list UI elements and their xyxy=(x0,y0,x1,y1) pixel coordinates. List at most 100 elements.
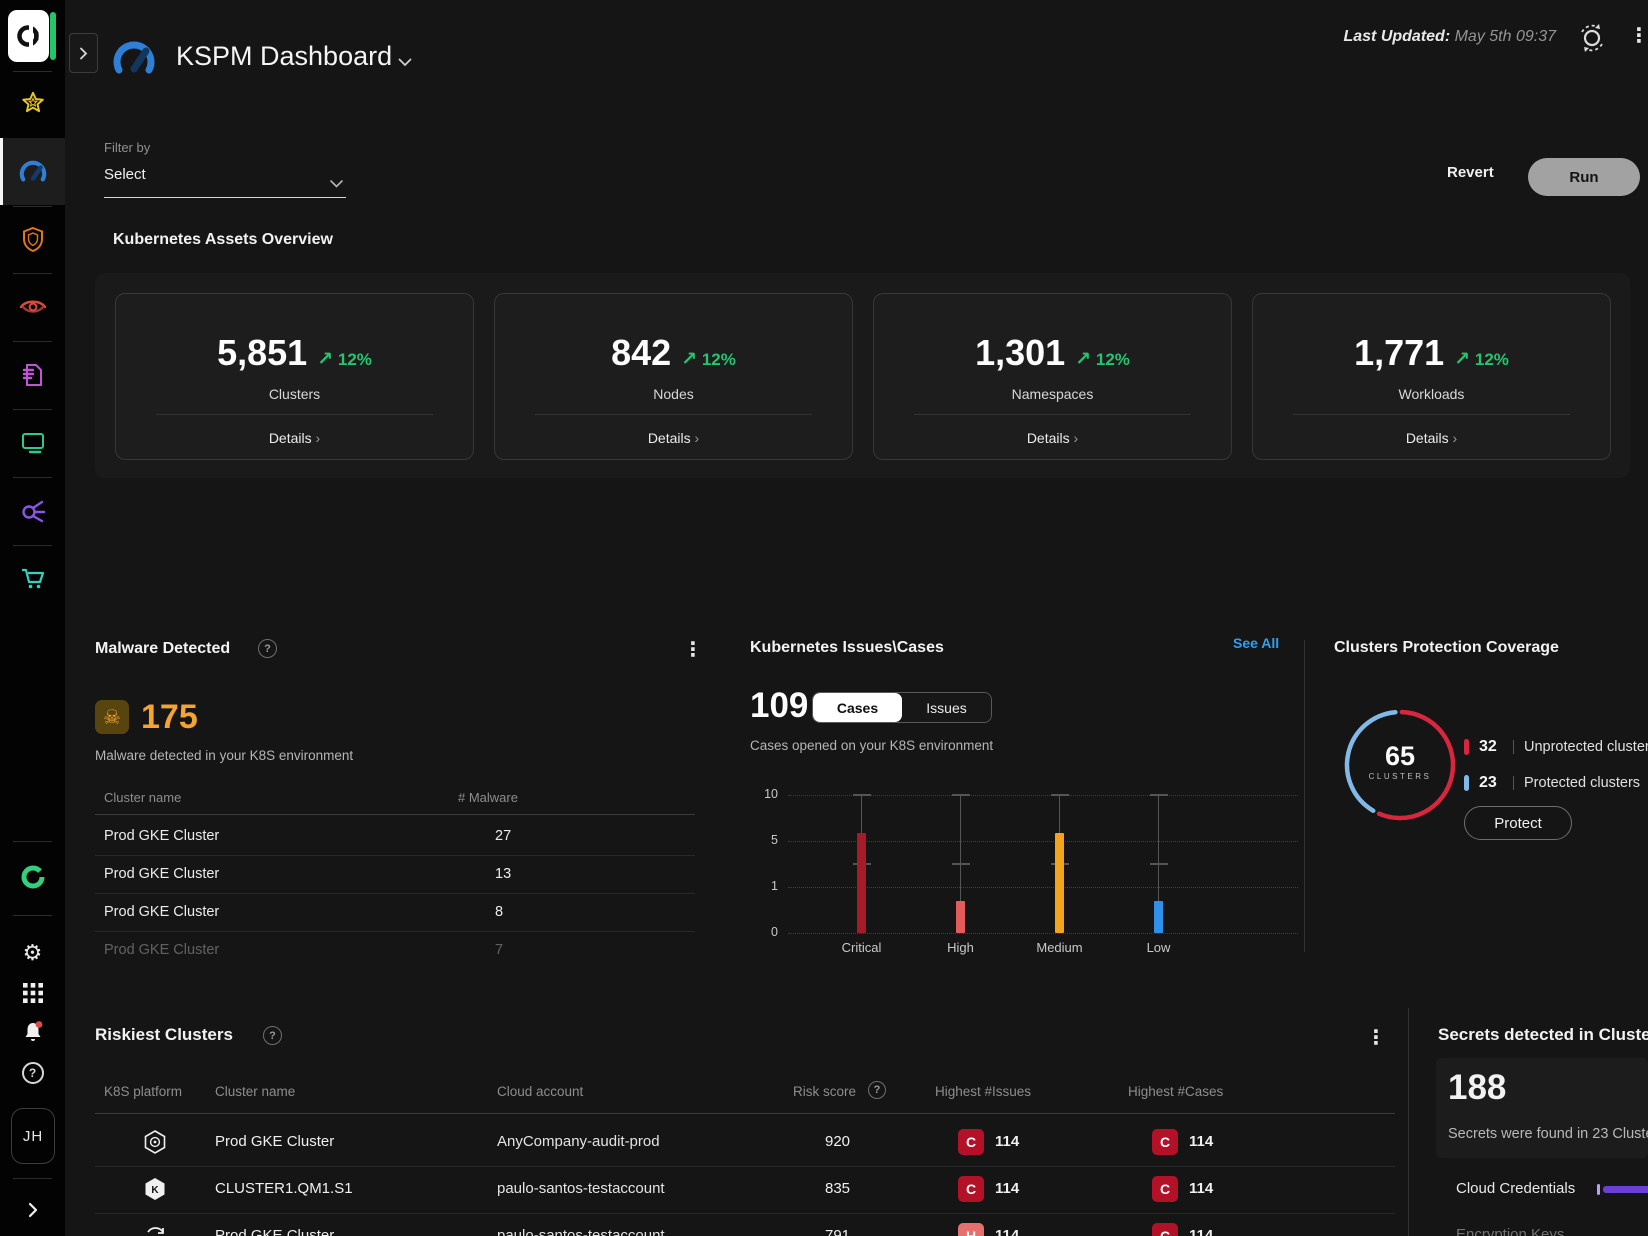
details-link[interactable]: Details › xyxy=(116,430,473,446)
clusters-count: 5,851 xyxy=(217,332,307,374)
risk-score: 920 xyxy=(825,1133,850,1150)
issues-count: 114 xyxy=(995,1227,1019,1236)
trend-badge: ↗ 12% xyxy=(681,348,736,371)
tab-issues[interactable]: Issues xyxy=(902,693,991,722)
table-row[interactable]: Prod GKE Cluster xyxy=(104,942,219,958)
legend-label: Protected clusters xyxy=(1524,775,1640,791)
dashboard-logo xyxy=(112,38,156,81)
asset-card-workloads: 1,771↗ 12% Workloads Details › xyxy=(1252,293,1611,460)
asset-card-namespaces: 1,301↗ 12% Namespaces Details › xyxy=(873,293,1232,460)
sidebar-item-org-logo[interactable] xyxy=(0,857,65,897)
gridline xyxy=(788,933,1298,934)
card-divider xyxy=(535,414,812,415)
severity-bar-chart: 01510CriticalHighMediumLow xyxy=(750,788,1298,960)
sidebar-item-connections[interactable] xyxy=(0,491,65,531)
sidebar-item-reports[interactable] xyxy=(0,355,65,395)
sidebar-item-shield-security[interactable] xyxy=(0,219,65,259)
app-logo[interactable] xyxy=(8,10,49,62)
see-all-link[interactable]: See All xyxy=(1233,635,1279,651)
cloud-account: AnyCompany-audit-prod xyxy=(497,1133,660,1150)
filter-chevron[interactable] xyxy=(330,175,343,193)
kebab-icon: ⋮ xyxy=(1629,25,1648,47)
table-row[interactable]: Prod GKE Cluster xyxy=(104,904,219,920)
sidebar-item-visibility[interactable] xyxy=(0,287,65,327)
sidebar-item-kspm-dashboard[interactable] xyxy=(0,151,65,191)
cases-count: 114 xyxy=(1189,1180,1213,1197)
help-button[interactable]: ? xyxy=(0,1053,65,1093)
run-button[interactable]: Run xyxy=(1528,158,1640,196)
details-link[interactable]: Details › xyxy=(495,430,852,446)
card-label: Namespaces xyxy=(874,386,1231,402)
secrets-caption: Secrets were found in 23 Clusters xyxy=(1448,1126,1648,1142)
trend-up-icon: ↗ xyxy=(681,349,697,370)
unprotected-count: 32 xyxy=(1479,738,1503,756)
details-link[interactable]: Details › xyxy=(874,430,1231,446)
refresh-button[interactable] xyxy=(1576,22,1608,59)
riskiest-help-icon[interactable]: ? xyxy=(263,1026,282,1045)
bar-low[interactable] xyxy=(1154,901,1163,933)
logo-green-accent xyxy=(50,12,56,60)
bar-critical[interactable] xyxy=(857,833,866,933)
assets-overview-panel: 5,851↗ 12% Clusters Details › 842↗ 12% N… xyxy=(95,273,1630,478)
chevron-right-icon: › xyxy=(316,430,321,446)
panel-divider xyxy=(1408,1008,1409,1236)
protection-title: Clusters Protection Coverage xyxy=(1334,639,1559,657)
riskiest-title: Riskiest Clusters xyxy=(95,1025,233,1045)
sidebar-divider xyxy=(13,841,52,842)
cluster-name: Prod GKE Cluster xyxy=(215,1227,334,1236)
kubernetes-hexagon-k-icon: K xyxy=(142,1176,168,1207)
risk-score-help-icon[interactable]: ? xyxy=(868,1081,886,1099)
sidebar-divider xyxy=(13,71,52,72)
protect-button[interactable]: Protect xyxy=(1464,806,1572,840)
riskiest-menu-button[interactable]: ⋮ xyxy=(1366,1028,1386,1048)
malware-count: 7 xyxy=(495,942,503,958)
protected-count: 23 xyxy=(1479,774,1503,792)
table-row[interactable]: Prod GKE Cluster xyxy=(104,866,219,882)
column-header-cluster-name: Cluster name xyxy=(104,790,181,805)
notifications-button[interactable] xyxy=(0,1012,65,1052)
settings-button[interactable]: ⚙ xyxy=(0,933,65,973)
cases-issues-toggle: Cases Issues xyxy=(812,692,992,723)
panel-divider xyxy=(1304,640,1305,952)
gear-icon: ⚙ xyxy=(23,940,43,966)
dashboard-switcher[interactable] xyxy=(398,54,412,72)
header-menu-button[interactable]: ⋮ xyxy=(1629,26,1648,46)
user-avatar[interactable]: JH xyxy=(11,1108,55,1164)
card-divider xyxy=(1293,414,1570,415)
question-icon: ? xyxy=(22,1062,44,1084)
issues-count: 114 xyxy=(995,1133,1019,1150)
notification-dot xyxy=(35,1021,42,1028)
bar-medium[interactable] xyxy=(1055,833,1064,933)
legend-label: Unprotected clusters xyxy=(1524,739,1648,755)
cloud-account: paulo-santos-testaccount xyxy=(497,1227,665,1236)
whisker-cap xyxy=(952,863,970,865)
sidebar-item-workstations[interactable] xyxy=(0,423,65,463)
last-updated-label: Last Updated: xyxy=(1343,28,1450,45)
severity-badge: H xyxy=(958,1223,984,1236)
panel-collapse-button[interactable] xyxy=(69,33,98,73)
sidebar-item-marketplace[interactable] xyxy=(0,559,65,599)
donut-total: 65 xyxy=(1338,742,1462,772)
trend-badge: ↗ 12% xyxy=(1454,348,1509,371)
apps-grid-button[interactable] xyxy=(0,973,65,1013)
revert-button[interactable]: Revert xyxy=(1447,164,1494,181)
sidebar-item-favorites[interactable] xyxy=(0,83,65,123)
cloud-account: paulo-santos-testaccount xyxy=(497,1180,665,1197)
risk-score: 791 xyxy=(825,1227,850,1236)
secrets-total: 188 xyxy=(1448,1068,1506,1108)
star-icon xyxy=(20,90,46,116)
card-divider xyxy=(914,414,1191,415)
sidebar-divider xyxy=(13,273,52,274)
table-row[interactable]: Prod GKE Cluster xyxy=(104,828,219,844)
sidebar-divider xyxy=(13,545,52,546)
legend-unprotected: 32 Unprotected clusters xyxy=(1464,738,1648,756)
filter-select[interactable]: Select xyxy=(104,166,146,183)
malware-help-icon[interactable]: ? xyxy=(258,639,277,658)
malware-menu-button[interactable]: ⋮ xyxy=(683,640,703,660)
donut-unit: CLUSTERS xyxy=(1338,772,1462,781)
details-link[interactable]: Details › xyxy=(1253,430,1610,446)
sidebar-expand-button[interactable] xyxy=(0,1190,65,1230)
risk-score: 835 xyxy=(825,1180,850,1197)
tab-cases[interactable]: Cases xyxy=(813,693,902,722)
bar-high[interactable] xyxy=(956,901,965,933)
